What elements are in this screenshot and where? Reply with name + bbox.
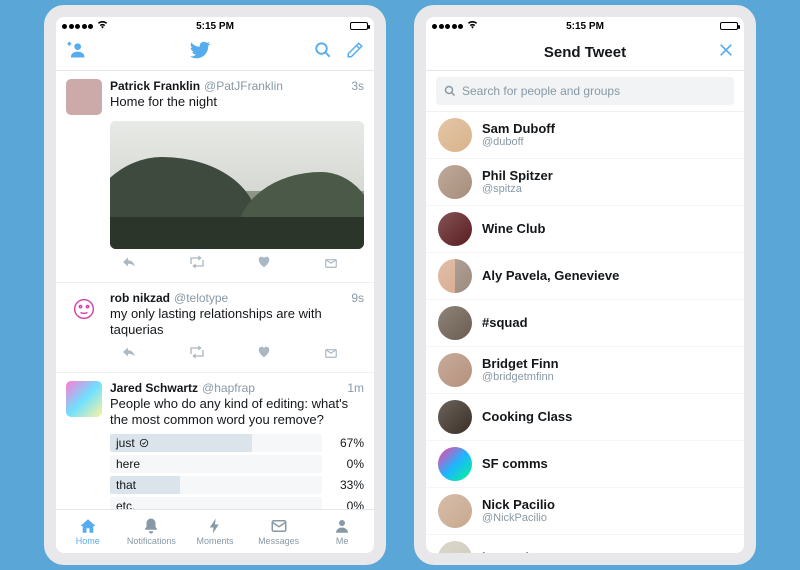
list-item[interactable]: Aly Pavela, Genevieve	[426, 253, 744, 300]
poll-pct: 0%	[330, 457, 364, 471]
status-bar: 5:15 PM	[426, 17, 744, 35]
avatar	[438, 118, 472, 152]
poll-option[interactable]: etc. 0%	[110, 497, 364, 509]
tweet-image[interactable]	[110, 121, 364, 249]
reply-icon[interactable]	[122, 255, 136, 274]
list-item[interactable]: Wine Club	[426, 206, 744, 253]
signal-icon	[62, 24, 93, 29]
avatar	[438, 541, 472, 553]
search-icon	[444, 85, 456, 97]
poll-option[interactable]: that 33%	[110, 476, 364, 494]
poll: just 67% here 0% that 33% etc. 0%	[110, 434, 364, 509]
compose-icon[interactable]	[346, 41, 364, 64]
search-placeholder: Search for people and groups	[462, 84, 620, 98]
avatar	[438, 212, 472, 246]
retweet-icon[interactable]	[189, 255, 205, 274]
tweet-text: Home for the night	[110, 94, 364, 110]
tweet-text: People who do any kind of editing: what'…	[110, 396, 364, 429]
search-container: Search for people and groups	[426, 71, 744, 112]
modal-header: Send Tweet	[426, 35, 744, 71]
list-item[interactable]: SF comms	[426, 441, 744, 488]
like-icon[interactable]	[257, 345, 271, 364]
people-list[interactable]: Sam Duboff@duboff Phil Spitzer@spitza Wi…	[426, 112, 744, 553]
status-time: 5:15 PM	[196, 21, 234, 32]
tab-bar: Home Notifications Moments Messages Me	[56, 509, 374, 553]
share-icon[interactable]	[324, 345, 338, 364]
timeline-feed[interactable]: Patrick Franklin @PatJFranklin 3s Home f…	[56, 71, 374, 509]
tweet-time: 1m	[347, 381, 364, 395]
tab-notifications[interactable]: Notifications	[120, 510, 184, 553]
list-item[interactable]: Bridget Finn@bridgetmfinn	[426, 347, 744, 394]
share-icon[interactable]	[324, 255, 338, 274]
poll-pct: 67%	[330, 436, 364, 450]
avatar	[438, 259, 472, 293]
tab-messages[interactable]: Messages	[247, 510, 311, 553]
close-icon[interactable]	[718, 42, 734, 63]
retweet-icon[interactable]	[189, 345, 205, 364]
tweet-actions	[66, 339, 364, 368]
tweet[interactable]: Jared Schwartz @hapfrap 1m People who do…	[56, 373, 374, 510]
list-item[interactable]: jon park	[426, 535, 744, 553]
tweet-author[interactable]: Jared Schwartz	[110, 381, 198, 395]
avatar[interactable]	[66, 291, 102, 327]
tweet-handle: @PatJFranklin	[204, 79, 283, 93]
tweet-handle: @hapfrap	[202, 381, 255, 395]
status-bar: 5:15 PM	[56, 17, 374, 35]
poll-pct: 33%	[330, 478, 364, 492]
list-item[interactable]: #squad	[426, 300, 744, 347]
search-input[interactable]: Search for people and groups	[436, 77, 734, 105]
tweet-time: 3s	[351, 79, 364, 93]
signal-icon	[432, 24, 463, 29]
avatar[interactable]	[66, 381, 102, 417]
avatar	[438, 353, 472, 387]
list-item[interactable]: Sam Duboff@duboff	[426, 112, 744, 159]
tweet-handle: @telotype	[174, 291, 228, 305]
poll-option[interactable]: just 67%	[110, 434, 364, 452]
wifi-icon	[467, 20, 478, 32]
avatar	[438, 447, 472, 481]
tweet-time: 9s	[351, 291, 364, 305]
list-item[interactable]: Phil Spitzer@spitza	[426, 159, 744, 206]
poll-pct: 0%	[330, 499, 364, 509]
tweet-actions	[66, 249, 364, 278]
tab-home[interactable]: Home	[56, 510, 120, 553]
avatar	[438, 165, 472, 199]
tweet[interactable]: rob nikzad @telotype 9s my only lasting …	[56, 283, 374, 373]
list-item[interactable]: Cooking Class	[426, 394, 744, 441]
avatar	[438, 494, 472, 528]
tab-me[interactable]: Me	[310, 510, 374, 553]
poll-option[interactable]: here 0%	[110, 455, 364, 473]
tweet[interactable]: Patrick Franklin @PatJFranklin 3s Home f…	[56, 71, 374, 283]
like-icon[interactable]	[257, 255, 271, 274]
tweet-author[interactable]: Patrick Franklin	[110, 79, 200, 93]
battery-icon	[350, 22, 368, 30]
list-item[interactable]: Nick Pacilio@NickPacilio	[426, 488, 744, 535]
avatar	[438, 400, 472, 434]
tab-moments[interactable]: Moments	[183, 510, 247, 553]
wifi-icon	[97, 20, 108, 32]
status-time: 5:15 PM	[566, 21, 604, 32]
avatar	[438, 306, 472, 340]
device-left: 5:15 PM Patrick Frank	[44, 5, 386, 565]
tweet-author[interactable]: rob nikzad	[110, 291, 170, 305]
battery-icon	[720, 22, 738, 30]
avatar[interactable]	[66, 79, 102, 115]
tweet-text: my only lasting relationships are with t…	[110, 306, 364, 339]
navbar	[56, 35, 374, 71]
reply-icon[interactable]	[122, 345, 136, 364]
device-right: 5:15 PM Send Tweet Search for people and…	[414, 5, 756, 565]
search-icon[interactable]	[314, 41, 332, 64]
twitter-logo-icon	[189, 39, 211, 66]
page-title: Send Tweet	[544, 44, 626, 61]
check-circle-icon	[139, 438, 149, 448]
add-user-icon[interactable]	[66, 40, 86, 65]
